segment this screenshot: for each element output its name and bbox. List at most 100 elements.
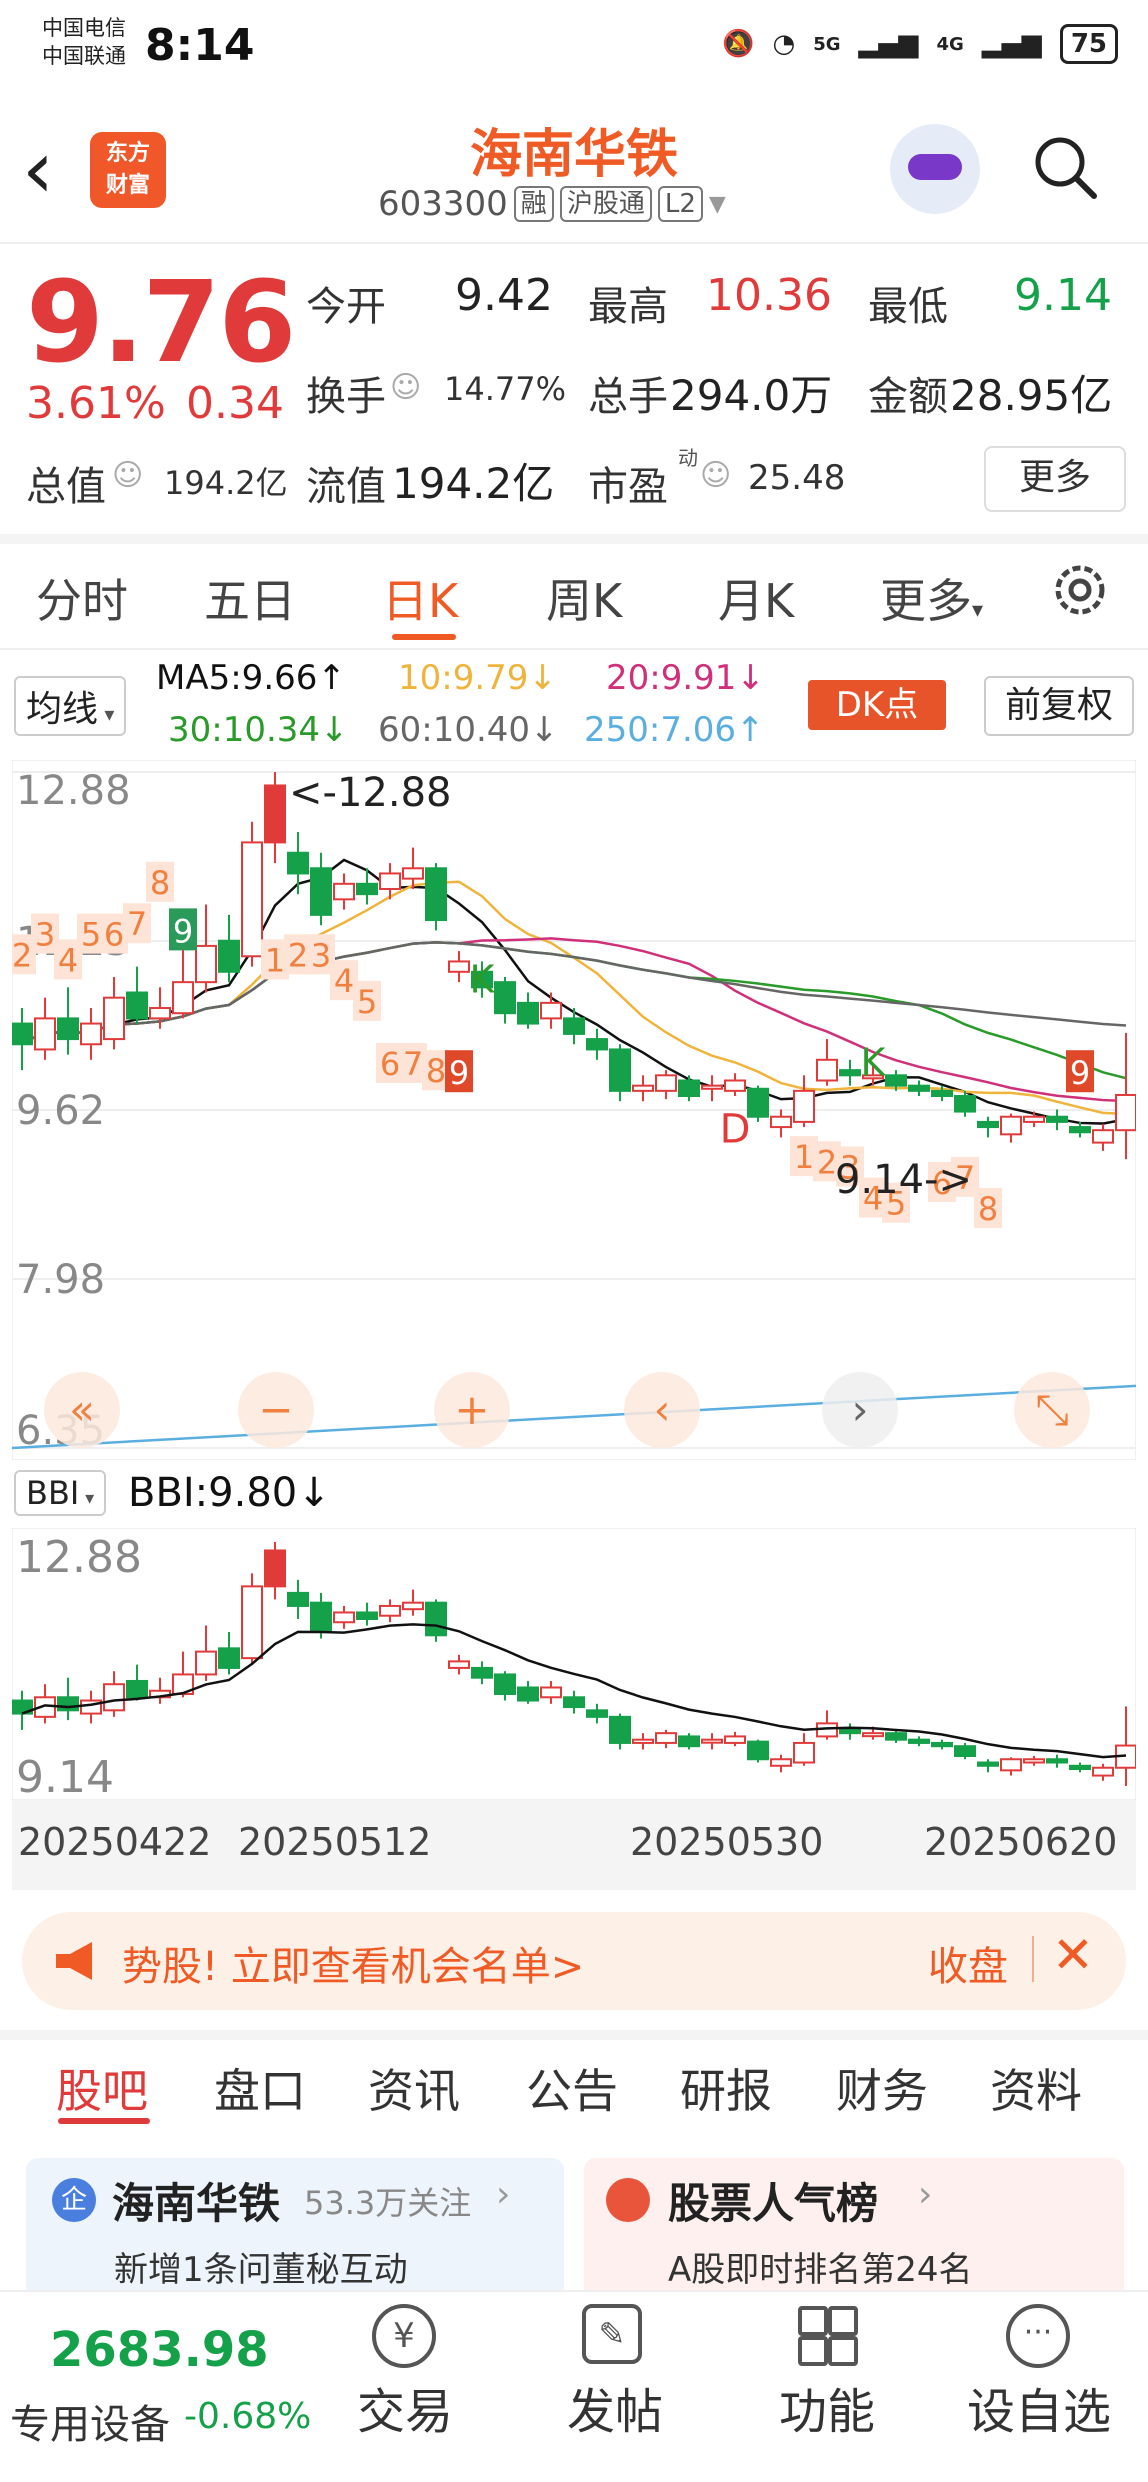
- td-count-label: 3: [35, 916, 55, 954]
- section-gap: [0, 2030, 1148, 2040]
- low-value: 9.14: [1014, 270, 1112, 321]
- bottom-bar: 2683.98 专用设备 -0.68% ¥ 交易 ✎ 发帖 功能 ··· 设自选: [0, 2290, 1148, 2482]
- candle: [126, 991, 148, 1020]
- zoom-control-icon: ›: [852, 1385, 869, 1434]
- add-watchlist-button[interactable]: ··· 设自选: [964, 2292, 1114, 2482]
- d-marker: D: [720, 1107, 751, 1153]
- index-value[interactable]: 2683.98: [50, 2322, 269, 2378]
- date-label: 20250620: [924, 1820, 1118, 1864]
- candle: [241, 1585, 263, 1660]
- candle: [724, 1079, 746, 1092]
- banner-text: 势股! 立即查看机会名单>: [122, 1944, 585, 1990]
- tab-profile[interactable]: 资料: [990, 2055, 1082, 2121]
- stock-header: ‹ 东方 财富 海南华铁 603300 融 沪股通 L2 ▼: [0, 92, 1148, 242]
- candle: [12, 1022, 33, 1046]
- candle: [747, 1740, 769, 1761]
- dk-point-button[interactable]: DK点: [808, 680, 946, 730]
- post-button[interactable]: ✎ 发帖: [540, 2292, 690, 2482]
- candle: [862, 1732, 884, 1738]
- float-value: 194.2亿: [392, 459, 555, 508]
- candle: [333, 1611, 355, 1624]
- tab-monthly-k[interactable]: 月K: [718, 565, 794, 631]
- post-label: 发帖: [566, 2384, 663, 2440]
- search-icon[interactable]: [1030, 132, 1100, 202]
- robot-assistant-icon[interactable]: [890, 124, 980, 214]
- company-card-sub: 新增1条问董秘互动: [114, 2250, 408, 2290]
- candle: [770, 1758, 792, 1767]
- candle: [287, 1591, 309, 1607]
- info-icon[interactable]: ☺: [700, 458, 731, 493]
- sector-name[interactable]: 专用设备: [10, 2392, 170, 2450]
- trade-button[interactable]: ¥ 交易: [330, 2292, 480, 2482]
- candle: [747, 1087, 769, 1118]
- tab-weekly-k[interactable]: 周K: [546, 565, 622, 631]
- add-watchlist-label: 设自选: [966, 2384, 1111, 2440]
- gear-icon[interactable]: [1050, 560, 1110, 620]
- signal-icon: ▂▄▆: [858, 29, 919, 59]
- candle: [540, 1686, 562, 1699]
- candle: [287, 851, 309, 875]
- tabs-divider: [0, 648, 1148, 650]
- tab-guba[interactable]: 股吧: [56, 2055, 148, 2121]
- td-count-label: 4: [334, 962, 354, 1000]
- function-button[interactable]: 功能: [752, 2292, 902, 2482]
- tab-handicap[interactable]: 盘口: [214, 2055, 306, 2121]
- candle: [425, 867, 447, 922]
- mute-icon: 🔕: [722, 29, 755, 59]
- wifi-icon: ◔: [772, 29, 796, 59]
- candle: [1069, 1126, 1091, 1134]
- tab-five-day[interactable]: 五日: [204, 565, 296, 631]
- candle: [471, 1666, 493, 1679]
- close-icon[interactable]: ✕: [1052, 1926, 1094, 1984]
- more-button[interactable]: 更多: [984, 446, 1126, 512]
- battery-indicator: 75: [1059, 24, 1118, 64]
- mktcap-value: 194.2亿: [164, 464, 288, 502]
- tab-research[interactable]: 研报: [680, 2055, 772, 2121]
- tab-intraday[interactable]: 分时: [36, 565, 128, 631]
- promo-banner[interactable]: 势股! 立即查看机会名单> 收盘 ✕: [22, 1912, 1126, 2010]
- candle: [356, 882, 378, 896]
- tab-finance[interactable]: 财务: [836, 2055, 928, 2121]
- indicator-select[interactable]: BBI ▾: [14, 1470, 107, 1516]
- company-card[interactable]: 企 海南华铁 53.3万关注 › 新增1条问董秘互动: [26, 2158, 564, 2298]
- candle: [609, 1048, 631, 1092]
- candle: [241, 841, 263, 958]
- candle: [885, 1732, 907, 1741]
- td-count-label: 6: [104, 916, 124, 954]
- info-icon[interactable]: ☺: [390, 370, 421, 405]
- tab-news[interactable]: 资讯: [368, 2055, 460, 2121]
- megaphone-icon: [56, 1942, 92, 1980]
- bbi-chart[interactable]: 12.88 9.14: [12, 1528, 1136, 1800]
- stock-code-line[interactable]: 603300 融 沪股通 L2 ▼: [378, 184, 726, 224]
- caret-down-icon: ▾: [98, 702, 115, 726]
- tab-announcements[interactable]: 公告: [526, 2055, 618, 2121]
- candle: [1092, 1766, 1114, 1777]
- bbi-value: BBI:9.80↓: [128, 1470, 331, 1516]
- candle: [632, 1738, 654, 1744]
- kline-chart[interactable]: 12.8811.259.627.986.35234567812345678123…: [12, 760, 1136, 1460]
- td-count-label: 7: [127, 905, 147, 943]
- ma30-value: 30:10.34↓: [168, 710, 349, 750]
- ma60-value: 60:10.40↓: [378, 710, 559, 750]
- company-card-title: 海南华铁: [112, 2179, 281, 2228]
- connect-tag: 沪股通: [559, 186, 652, 222]
- candle: [563, 1696, 585, 1709]
- candle: [540, 1001, 562, 1020]
- volume-value: 294.0万: [670, 371, 833, 420]
- tab-more[interactable]: 更多▾: [880, 565, 983, 631]
- td-count-label: 1: [265, 941, 285, 979]
- status-bar: 中国电信 中国联通 8:14 🔕 ◔ 5G ▂▄▆ 4G ▂▄▆ 75: [0, 0, 1148, 92]
- quote-panel: 9.76 3.61% 0.34 今开 9.42 最高 10.36 最低 9.14…: [0, 244, 1148, 534]
- td-count-label: 5: [81, 916, 101, 954]
- forward-adjust-button[interactable]: 前复权: [984, 676, 1134, 736]
- popularity-card[interactable]: 股票人气榜 › A股即时排名第24名: [584, 2158, 1124, 2298]
- candle: [126, 1679, 148, 1699]
- candle: [218, 1647, 240, 1669]
- td-nine-label: 9: [449, 1054, 469, 1092]
- tab-daily-k[interactable]: 日K: [382, 565, 458, 631]
- carrier-2: 中国联通: [42, 44, 126, 68]
- info-icon[interactable]: ☺: [112, 458, 143, 493]
- candle: [609, 1715, 631, 1744]
- ma5-value: MA5:9.66↑: [156, 658, 346, 698]
- ma-select[interactable]: 均线 ▾: [14, 676, 127, 736]
